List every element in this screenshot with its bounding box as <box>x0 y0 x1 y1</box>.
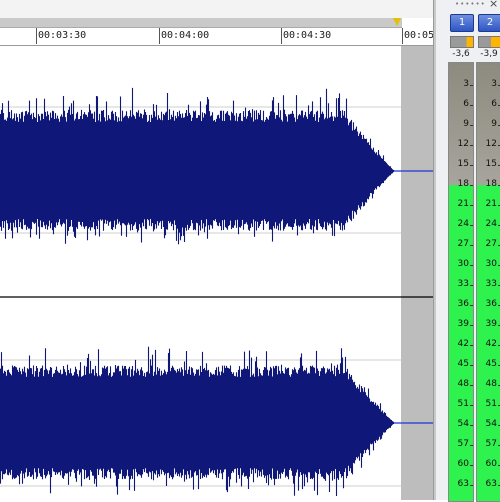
meter-scale-label: 6 <box>491 99 497 109</box>
meter-scale-label: 51 <box>485 399 497 409</box>
meter-scale-label: 39 <box>457 319 469 329</box>
meter-scale-tick <box>470 305 473 306</box>
meter-scale-tick <box>470 145 473 146</box>
meter-scale-label: 54 <box>485 419 497 429</box>
time-ruler[interactable]: 00:03:30 00:04:00 00:04:30 00:05: <box>0 28 433 46</box>
meter-scale-label: 63 <box>485 479 497 489</box>
meter-scale-label: 18 <box>457 179 469 189</box>
meter-scale-label: 15 <box>485 159 497 169</box>
meter-scale-label: 3 <box>491 79 497 89</box>
meter-scale-label: 30 <box>485 259 497 269</box>
ruler-tick-label: 00:04:30 <box>283 30 332 41</box>
unselected-region <box>401 46 433 500</box>
meter-scale-tick <box>470 205 473 206</box>
meter-scale-tick <box>470 485 473 486</box>
waveform-canvas[interactable] <box>0 46 433 500</box>
meter-scale-label: 27 <box>457 239 469 249</box>
horizontal-scrollbar[interactable] <box>0 18 402 28</box>
meter-scale-tick <box>470 105 473 106</box>
meter-scale-label: 39 <box>485 319 497 329</box>
meter-scale-label: 45 <box>485 359 497 369</box>
ruler-tick-label: 00:05: <box>404 30 433 41</box>
meter-scale-label: 18 <box>485 179 497 189</box>
channel-1-peak-value: -3,6 <box>452 49 470 59</box>
close-icon[interactable]: × <box>489 0 498 10</box>
meter-scale-tick <box>470 125 473 126</box>
meter-scale-label: 27 <box>485 239 497 249</box>
meter-scale-label: 9 <box>491 119 497 129</box>
meter-scale-label: 60 <box>485 459 497 469</box>
meter-scale-tick <box>470 285 473 286</box>
meter-scale-label: 48 <box>485 379 497 389</box>
channel-1-level-meter: 3 6 9 12 15 18 21 24 27 30 33 36 39 42 45 48 51 54 57 60 63 <box>448 62 474 502</box>
meter-scale-tick <box>470 185 473 186</box>
meter-scale-tick <box>470 345 473 346</box>
meter-scale-label: 33 <box>485 279 497 289</box>
meter-scale-tick <box>470 225 473 226</box>
meter-scale-label: 6 <box>463 99 469 109</box>
meter-scale-tick <box>470 465 473 466</box>
meter-scale-tick <box>470 405 473 406</box>
meter-scale-label: 3 <box>463 79 469 89</box>
meter-scale-label: 15 <box>457 159 469 169</box>
editor-toolbar-strip <box>0 0 433 18</box>
meter-scale-label: 60 <box>457 459 469 469</box>
meter-scale-tick <box>470 385 473 386</box>
meter-scale-label: 48 <box>457 379 469 389</box>
meter-scale-tick <box>470 165 473 166</box>
meter-scale-label: 54 <box>457 419 469 429</box>
meter-scale-tick <box>470 245 473 246</box>
channel-2-level-meter: 3 6 9 12 15 18 21 24 27 30 33 36 39 42 45 48 51 54 57 60 63 <box>476 62 500 502</box>
meter-scale-label: 36 <box>457 299 469 309</box>
playhead-marker-icon[interactable] <box>393 18 401 26</box>
meter-scale-label: 36 <box>485 299 497 309</box>
meter-scale-tick <box>470 365 473 366</box>
meter-scale-label: 57 <box>485 439 497 449</box>
meter-scale-tick <box>470 425 473 426</box>
meter-scale-label: 57 <box>457 439 469 449</box>
meter-scale-label: 33 <box>457 279 469 289</box>
meter-scale-label: 12 <box>457 139 469 149</box>
meter-scale-label: 12 <box>485 139 497 149</box>
ruler-tick-label: 00:04:00 <box>161 30 210 41</box>
meter-scale-label: 24 <box>485 219 497 229</box>
meter-scale-tick <box>470 265 473 266</box>
meter-scale-label: 42 <box>485 339 497 349</box>
meter-scale-tick <box>470 325 473 326</box>
ruler-tick-label: 00:03:30 <box>38 30 87 41</box>
channel-1-button[interactable]: 1 <box>450 14 474 32</box>
meter-scale-label: 24 <box>457 219 469 229</box>
meter-scale-label: 21 <box>457 199 469 209</box>
meter-scale-label: 51 <box>457 399 469 409</box>
meter-scale-label: 30 <box>457 259 469 269</box>
channel-2-button[interactable]: 2 <box>478 14 500 32</box>
channel-2-peak-indicator <box>478 36 500 48</box>
channel-1-peak-indicator <box>450 36 474 48</box>
meter-scale-label: 42 <box>457 339 469 349</box>
meter-scale-label: 9 <box>463 119 469 129</box>
meter-scale-tick <box>470 85 473 86</box>
meter-scale-label: 63 <box>457 479 469 489</box>
panel-grip-icon[interactable]: •••••• <box>455 0 486 8</box>
meter-scale-label: 21 <box>485 199 497 209</box>
meter-scale-tick <box>470 445 473 446</box>
waveform-editor[interactable]: 00:03:30 00:04:00 00:04:30 00:05: <box>0 0 433 500</box>
channel-2-peak-value: -3,9 <box>480 49 498 59</box>
level-meter-panel: •••••• × 1 2 -3,6 -3,9 3 6 9 12 15 18 21 24 27 30… <box>436 0 500 502</box>
meter-scale-label: 45 <box>457 359 469 369</box>
